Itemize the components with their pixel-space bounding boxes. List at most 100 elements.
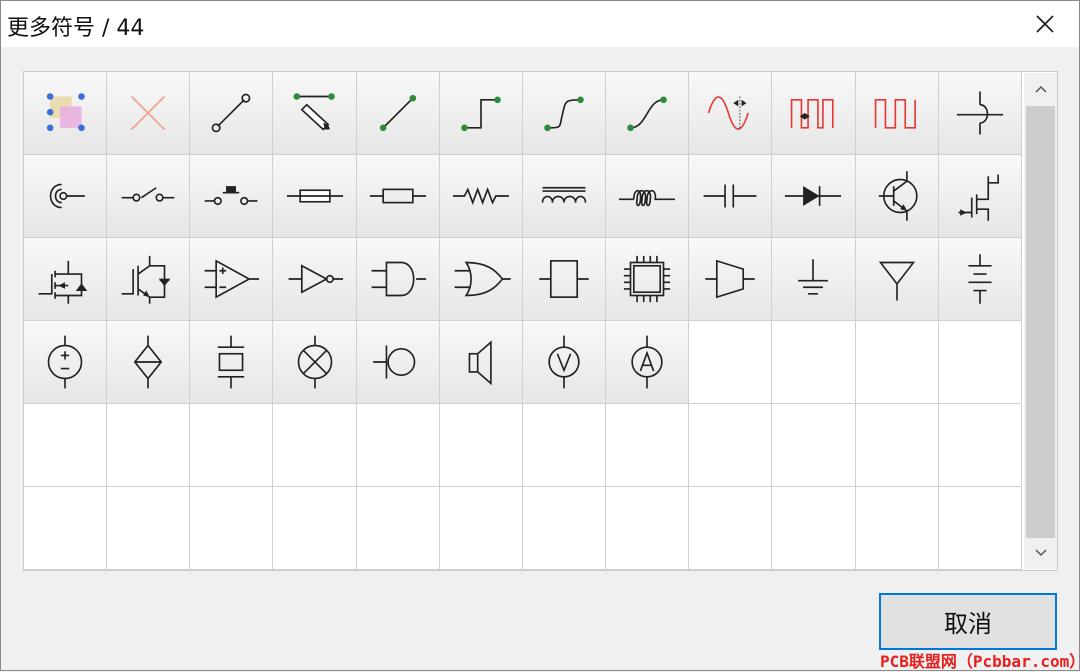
symbol-cell[interactable] — [273, 155, 357, 238]
symbol-cell[interactable] — [356, 238, 440, 321]
symbol-cell[interactable] — [107, 238, 191, 321]
ic-block-icon[interactable] — [531, 246, 597, 312]
empty-cell — [273, 404, 357, 487]
push-button-icon[interactable] — [198, 163, 264, 229]
ammeter-icon[interactable] — [614, 329, 680, 395]
symbol-cell[interactable] — [855, 238, 939, 321]
align-shapes-icon[interactable] — [32, 80, 98, 146]
battery-icon[interactable] — [947, 246, 1013, 312]
symbol-cell[interactable] — [522, 321, 607, 404]
symbol-cell[interactable] — [689, 155, 773, 238]
symbol-cell[interactable] — [938, 238, 1022, 321]
symbol-cell[interactable] — [273, 238, 357, 321]
lamp-icon[interactable] — [282, 329, 348, 395]
pen-draw-line-icon[interactable] — [282, 80, 348, 146]
speaker-icon[interactable] — [448, 329, 514, 395]
switch-icon[interactable] — [115, 163, 181, 229]
symbol-cell[interactable] — [855, 72, 939, 155]
empty-cell — [190, 404, 274, 487]
symbol-cell[interactable] — [522, 72, 607, 155]
resistor-box-icon[interactable] — [365, 163, 431, 229]
microphone-icon[interactable] — [365, 329, 431, 395]
close-button[interactable] — [1025, 5, 1065, 43]
cancel-button[interactable]: 取消 — [879, 593, 1057, 650]
symbol-cell[interactable] — [356, 155, 440, 238]
diode-icon[interactable] — [780, 163, 846, 229]
or-gate-icon[interactable] — [448, 246, 514, 312]
scroll-down-button[interactable] — [1024, 537, 1057, 569]
chip-icon[interactable] — [614, 246, 680, 312]
mosfet-icon[interactable] — [32, 246, 98, 312]
delete-x-icon[interactable] — [115, 80, 181, 146]
jfet-icon[interactable] — [947, 163, 1013, 229]
crystal-icon[interactable] — [198, 329, 264, 395]
inductor-coil-icon[interactable] — [614, 163, 680, 229]
symbol-cell[interactable] — [356, 321, 440, 404]
igbt-icon[interactable] — [115, 246, 181, 312]
chevron-down-icon[interactable] — [1034, 549, 1047, 557]
symbol-cell[interactable] — [24, 155, 108, 238]
smooth-curve-connector-icon[interactable] — [614, 80, 680, 146]
symbol-cell[interactable] — [24, 72, 108, 155]
symbol-cell[interactable] — [522, 155, 607, 238]
and-gate-icon[interactable] — [365, 246, 431, 312]
symbol-cell[interactable] — [606, 72, 690, 155]
symbol-cell[interactable] — [772, 238, 856, 321]
ground-icon[interactable] — [780, 246, 846, 312]
wire-jumper-icon[interactable] — [947, 80, 1013, 146]
antenna-icon[interactable] — [864, 246, 930, 312]
pulse-wave-icon[interactable] — [780, 80, 846, 146]
fuse-icon[interactable] — [282, 163, 348, 229]
scroll-up-button[interactable] — [1024, 73, 1057, 105]
symbol-cell[interactable] — [938, 155, 1022, 238]
symbol-cell[interactable] — [190, 321, 274, 404]
symbol-cell[interactable] — [107, 72, 191, 155]
sine-wave-icon[interactable] — [697, 80, 763, 146]
symbol-cell[interactable] — [606, 155, 690, 238]
symbol-cell[interactable] — [273, 72, 357, 155]
symbol-cell[interactable] — [273, 321, 357, 404]
symbol-cell[interactable] — [107, 321, 191, 404]
symbol-cell[interactable] — [938, 72, 1022, 155]
voltage-source-icon[interactable] — [32, 329, 98, 395]
symbol-cell[interactable] — [190, 238, 274, 321]
symbol-cell[interactable] — [24, 321, 108, 404]
symbol-cell[interactable] — [439, 321, 523, 404]
line-dot-ends-icon[interactable] — [365, 80, 431, 146]
symbol-cell[interactable] — [772, 155, 856, 238]
mux-icon[interactable] — [697, 246, 763, 312]
symbol-cell[interactable] — [772, 72, 856, 155]
symbol-cell[interactable] — [439, 155, 523, 238]
square-wave-icon[interactable] — [864, 80, 930, 146]
vertical-scrollbar[interactable] — [1024, 73, 1057, 569]
symbol-cell[interactable] — [606, 321, 690, 404]
chevron-up-icon[interactable] — [1034, 85, 1047, 93]
inductor-core-icon[interactable] — [531, 163, 597, 229]
symbol-cell[interactable] — [190, 72, 274, 155]
capacitor-icon[interactable] — [697, 163, 763, 229]
line-open-ends-icon[interactable] — [198, 80, 264, 146]
scrollbar-thumb[interactable] — [1026, 106, 1055, 538]
npn-transistor-icon[interactable] — [864, 163, 930, 229]
watermark: PCB联盟网（Pcbbar.com） — [880, 652, 1080, 671]
symbol-cell[interactable] — [855, 155, 939, 238]
symbol-cell[interactable] — [24, 238, 108, 321]
current-source-icon[interactable] — [115, 329, 181, 395]
symbol-cell[interactable] — [439, 72, 523, 155]
symbol-cell[interactable] — [689, 72, 773, 155]
not-gate-icon[interactable] — [282, 246, 348, 312]
symbol-cell[interactable] — [107, 155, 191, 238]
close-icon[interactable] — [1035, 14, 1055, 34]
coaxial-icon[interactable] — [32, 163, 98, 229]
op-amp-icon[interactable] — [198, 246, 264, 312]
symbol-cell[interactable] — [606, 238, 690, 321]
symbol-cell[interactable] — [522, 238, 607, 321]
symbol-cell[interactable] — [356, 72, 440, 155]
symbol-cell[interactable] — [439, 238, 523, 321]
symbol-cell[interactable] — [190, 155, 274, 238]
step-connector-icon[interactable] — [448, 80, 514, 146]
voltmeter-icon[interactable] — [531, 329, 597, 395]
resistor-zigzag-icon[interactable] — [448, 163, 514, 229]
s-curve-connector-icon[interactable] — [531, 80, 597, 146]
symbol-cell[interactable] — [689, 238, 773, 321]
